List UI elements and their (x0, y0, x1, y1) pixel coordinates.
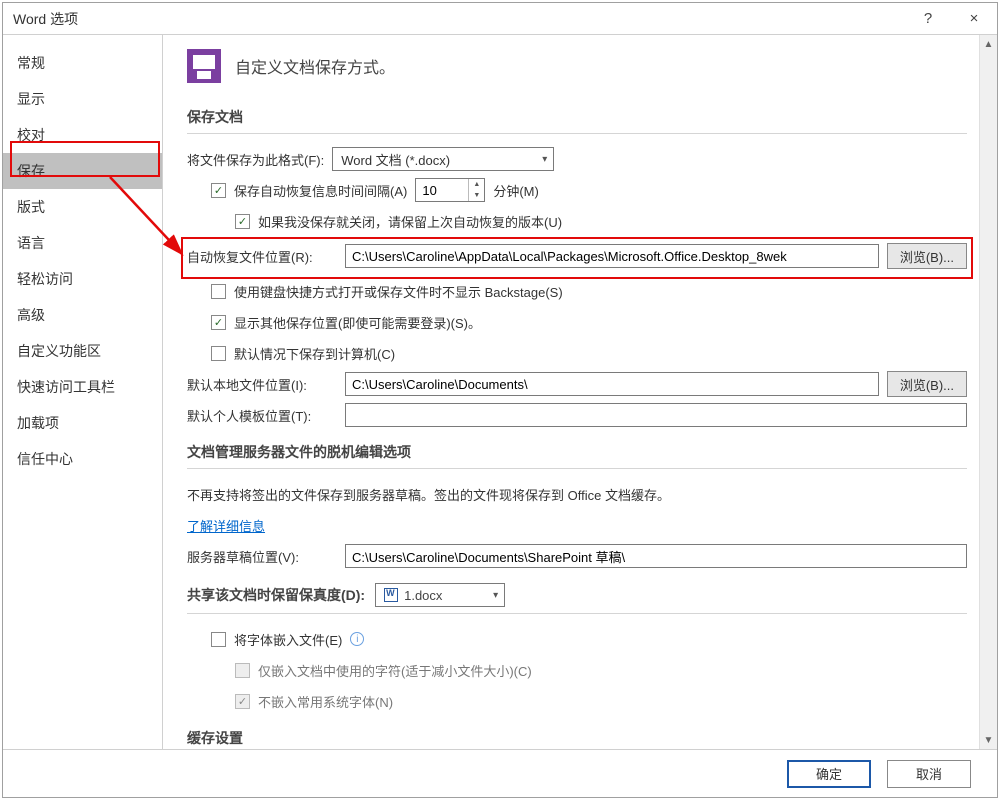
fidelity-document-value: 1.docx (404, 588, 442, 603)
embed-fonts-checkbox[interactable] (211, 632, 226, 647)
cancel-button[interactable]: 取消 (887, 760, 971, 788)
scroll-up-icon[interactable]: ▲ (980, 35, 997, 53)
default-template-input[interactable] (345, 403, 967, 427)
spin-up-icon[interactable]: ▲ (469, 179, 484, 190)
sidebar-item-customize-ribbon[interactable]: 自定义功能区 (3, 333, 162, 369)
autorecover-interval-input[interactable] (416, 179, 468, 201)
word-doc-icon (384, 588, 398, 602)
dialog-footer: 确定 取消 (3, 749, 997, 797)
keep-last-version-label: 如果我没保存就关闭，请保留上次自动恢复的版本(U) (258, 212, 562, 231)
autorecover-browse-button[interactable]: 浏览(B)... (887, 243, 967, 269)
autorecover-interval-stepper[interactable]: ▲▼ (415, 178, 485, 202)
format-label: 将文件保存为此格式(F): (187, 150, 324, 169)
save-local-default-label: 默认情况下保存到计算机(C) (234, 344, 395, 363)
section-offline-editing: 文档管理服务器文件的脱机编辑选项 (187, 436, 967, 469)
default-local-label: 默认本地文件位置(I): (187, 375, 337, 394)
embed-used-chars-label: 仅嵌入文档中使用的字符(适于减小文件大小)(C) (258, 661, 532, 680)
sidebar-item-proofing[interactable]: 校对 (3, 117, 162, 153)
autorecover-checkbox[interactable]: ✓ (211, 183, 226, 198)
default-template-label: 默认个人模板位置(T): (187, 406, 337, 425)
autorecover-unit: 分钟(M) (493, 181, 539, 200)
hide-backstage-checkbox[interactable] (211, 284, 226, 299)
ok-button[interactable]: 确定 (787, 760, 871, 788)
category-sidebar: 常规 显示 校对 保存 版式 语言 轻松访问 高级 自定义功能区 快速访问工具栏… (3, 35, 163, 749)
spin-down-icon[interactable]: ▼ (469, 190, 484, 201)
save-format-value: Word 文档 (*.docx) (341, 150, 450, 169)
sidebar-item-advanced[interactable]: 高级 (3, 297, 162, 333)
sidebar-item-trust-center[interactable]: 信任中心 (3, 441, 162, 477)
hide-backstage-label: 使用键盘快捷方式打开或保存文件时不显示 Backstage(S) (234, 282, 563, 301)
embed-nosys-label: 不嵌入常用系统字体(N) (258, 692, 393, 711)
sidebar-item-save[interactable]: 保存 (3, 153, 162, 189)
vertical-scrollbar[interactable]: ▲ ▼ (979, 35, 997, 749)
section-fidelity-label: 共享该文档时保留保真度(D): (187, 585, 365, 605)
embed-fonts-label: 将字体嵌入文件(E) (234, 630, 342, 649)
offline-learn-more-link[interactable]: 了解详细信息 (187, 516, 265, 535)
offline-desc: 不再支持将签出的文件保存到服务器草稿。签出的文件现将保存到 Office 文档缓… (187, 485, 670, 504)
save-local-default-checkbox[interactable] (211, 346, 226, 361)
embed-used-chars-checkbox (235, 663, 250, 678)
sidebar-item-quick-access[interactable]: 快速访问工具栏 (3, 369, 162, 405)
autorecover-location-input[interactable] (345, 244, 879, 268)
show-other-locations-checkbox[interactable]: ✓ (211, 315, 226, 330)
section-cache: 缓存设置 (187, 722, 967, 749)
sidebar-item-addins[interactable]: 加载项 (3, 405, 162, 441)
sidebar-item-language[interactable]: 语言 (3, 225, 162, 261)
sidebar-item-display[interactable]: 显示 (3, 81, 162, 117)
embed-nosys-checkbox: ✓ (235, 694, 250, 709)
autorecover-label: 保存自动恢复信息时间间隔(A) (234, 181, 407, 200)
close-button[interactable]: × (951, 3, 997, 35)
sidebar-item-layout[interactable]: 版式 (3, 189, 162, 225)
content-pane: 自定义文档保存方式。 保存文档 将文件保存为此格式(F): Word 文档 (*… (163, 35, 979, 749)
fidelity-document-select[interactable]: 1.docx (375, 583, 505, 607)
default-local-input[interactable] (345, 372, 879, 396)
scroll-down-icon[interactable]: ▼ (980, 731, 997, 749)
page-title: 自定义文档保存方式。 (235, 54, 395, 78)
help-button[interactable]: ? (905, 3, 951, 35)
window-title: Word 选项 (13, 9, 905, 29)
section-fidelity: 共享该文档时保留保真度(D): 1.docx (187, 577, 967, 614)
titlebar: Word 选项 ? × (3, 3, 997, 35)
server-draft-label: 服务器草稿位置(V): (187, 547, 337, 566)
sidebar-item-general[interactable]: 常规 (3, 45, 162, 81)
save-format-select[interactable]: Word 文档 (*.docx) (332, 147, 554, 171)
save-icon (187, 49, 221, 83)
sidebar-item-accessibility[interactable]: 轻松访问 (3, 261, 162, 297)
keep-last-version-checkbox[interactable]: ✓ (235, 214, 250, 229)
section-save-documents: 保存文档 (187, 101, 967, 134)
info-icon[interactable]: i (350, 632, 364, 646)
show-other-locations-label: 显示其他保存位置(即使可能需要登录)(S)。 (234, 313, 481, 332)
autorecover-location-label: 自动恢复文件位置(R): (187, 247, 337, 266)
server-draft-input[interactable] (345, 544, 967, 568)
default-local-browse-button[interactable]: 浏览(B)... (887, 371, 967, 397)
